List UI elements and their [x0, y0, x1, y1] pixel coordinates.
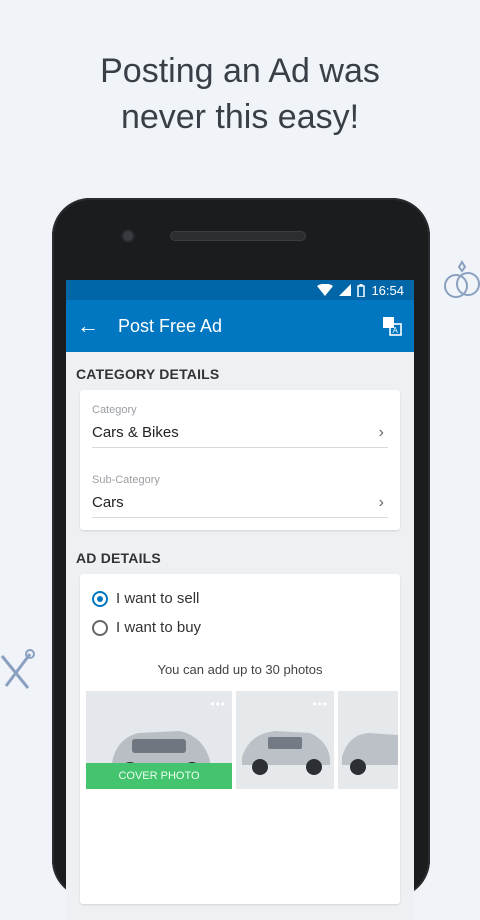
camera-icon: [123, 231, 133, 241]
wifi-icon: [317, 284, 334, 296]
category-card: Category Cars & Bikes › Sub-Category Car…: [80, 390, 400, 530]
option-sell-label: I want to sell: [116, 590, 200, 607]
promo-heading: Posting an Ad was never this easy!: [0, 48, 480, 140]
car-image: [338, 691, 398, 789]
option-buy[interactable]: I want to buy: [80, 613, 400, 642]
app-screen: 16:54 ← Post Free Ad A CATEGORY DETAILS …: [66, 280, 414, 920]
chevron-right-icon: ›: [378, 494, 384, 511]
app-bar: ← Post Free Ad A: [66, 300, 414, 352]
more-icon[interactable]: •••: [312, 697, 328, 711]
back-arrow-icon[interactable]: ←: [66, 313, 110, 339]
photo-strip: ••• COVER PHOTO •••: [80, 691, 400, 789]
subcategory-field[interactable]: Sub-Category Cars ›: [80, 448, 400, 518]
svg-text:A: A: [393, 326, 399, 335]
photo-cover[interactable]: ••• COVER PHOTO: [86, 691, 232, 789]
ad-card: I want to sell I want to buy You can add…: [80, 574, 400, 904]
subcategory-value: Cars ›: [92, 486, 388, 518]
signal-icon: [339, 284, 352, 296]
option-buy-label: I want to buy: [116, 619, 202, 636]
photo-2[interactable]: •••: [236, 691, 334, 789]
radio-sell[interactable]: [92, 590, 108, 607]
category-label: Category: [92, 404, 137, 416]
rings-icon: [444, 260, 480, 298]
option-sell[interactable]: I want to sell: [80, 584, 400, 613]
ad-section-title: AD DETAILS: [76, 550, 161, 566]
subcategory-value-text: Cars: [92, 494, 124, 511]
category-value: Cars & Bikes ›: [92, 416, 388, 448]
cover-photo-label: COVER PHOTO: [86, 763, 232, 789]
category-field[interactable]: Category Cars & Bikes ›: [80, 390, 400, 448]
phone-frame: 16:54 ← Post Free Ad A CATEGORY DETAILS …: [52, 198, 430, 920]
subcategory-label: Sub-Category: [92, 474, 160, 486]
radio-buy[interactable]: [92, 619, 108, 636]
translate-icon[interactable]: A: [382, 316, 402, 336]
promo-line-2: never this easy!: [120, 98, 360, 136]
chevron-right-icon: ›: [378, 424, 384, 441]
more-icon[interactable]: •••: [210, 697, 226, 711]
battery-icon: [357, 283, 366, 297]
promo-line-1: Posting an Ad was: [100, 52, 380, 90]
status-bar: 16:54: [66, 280, 414, 300]
status-time: 16:54: [371, 282, 404, 298]
category-section-title: CATEGORY DETAILS: [76, 366, 220, 382]
photo-note: You can add up to 30 photos: [157, 662, 323, 677]
photo-3[interactable]: [338, 691, 398, 789]
page-title: Post Free Ad: [118, 315, 223, 336]
category-value-text: Cars & Bikes: [92, 424, 179, 441]
tools-icon: [0, 649, 35, 689]
speaker-grille: [170, 231, 306, 241]
